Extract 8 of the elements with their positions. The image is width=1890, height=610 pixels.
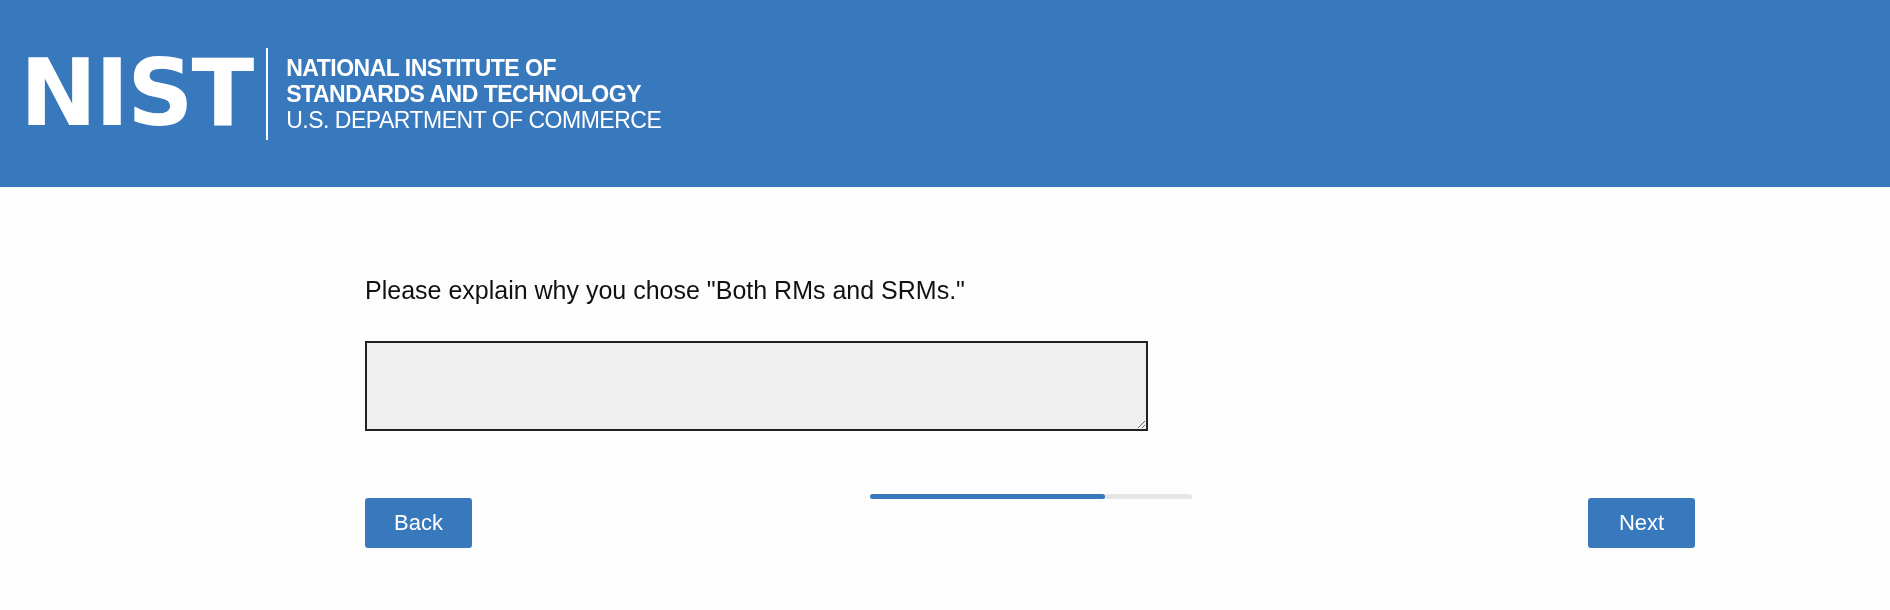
back-button[interactable]: Back [365, 498, 472, 548]
answer-field[interactable] [365, 341, 1148, 431]
next-button[interactable]: Next [1588, 498, 1695, 548]
logo-wordmark: NIST [20, 47, 253, 140]
organization-name: STANDARDS AND TECHNOLOGY [286, 80, 642, 107]
question-text: Please explain why you chose "Both RMs and SRMs." [365, 276, 966, 305]
organization-name: NATIONAL INSTITUTE OF [286, 54, 557, 81]
organization-name: U.S. DEPARTMENT OF COMMERCE [286, 106, 662, 133]
